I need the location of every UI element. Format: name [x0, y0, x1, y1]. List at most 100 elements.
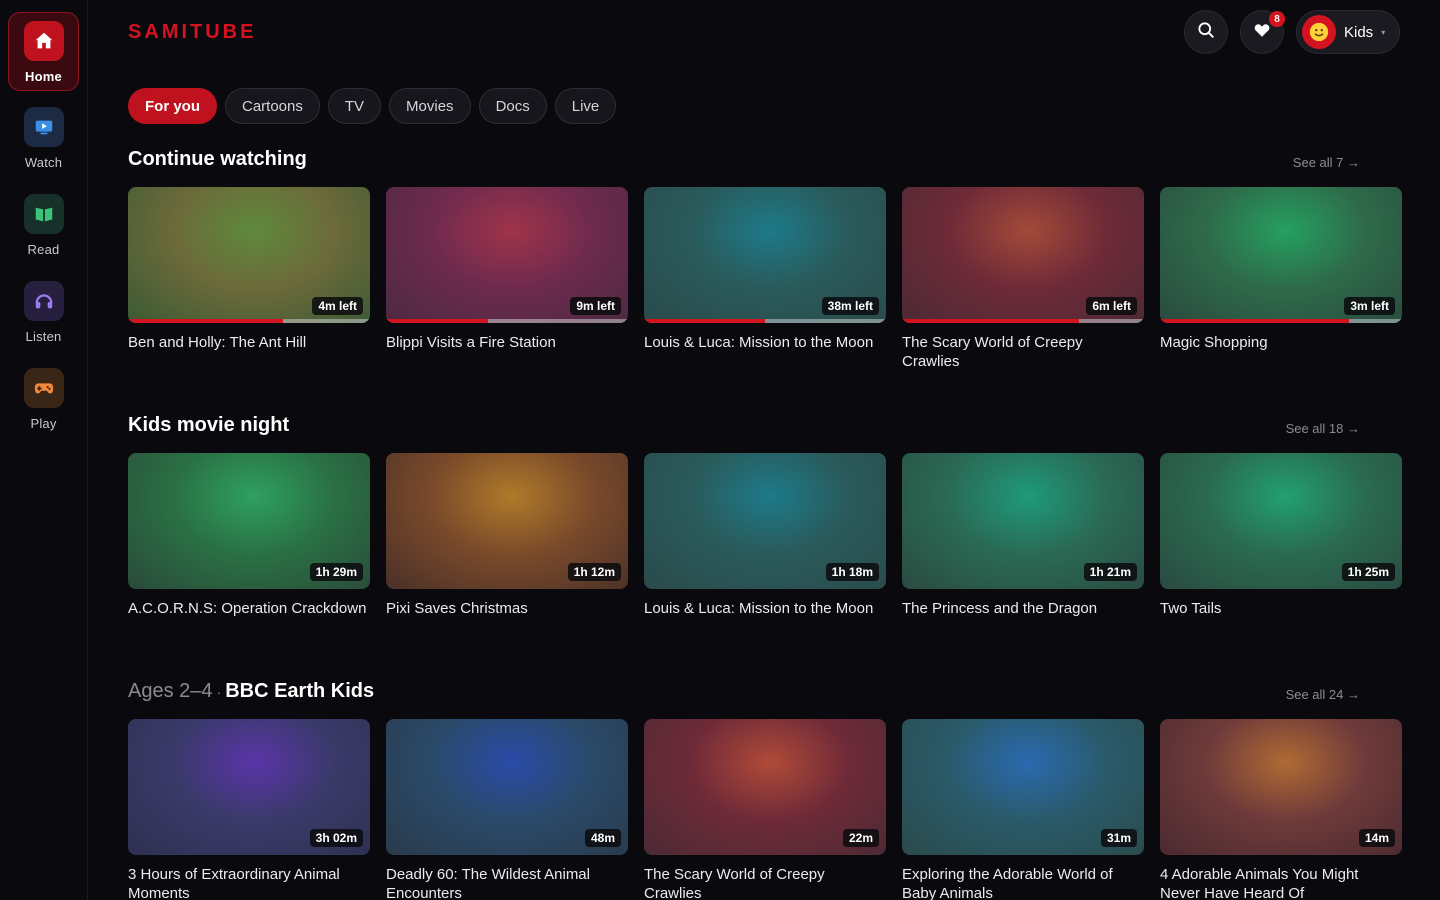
video-title: Two Tails: [1160, 600, 1222, 617]
video-thumbnail: 9m left: [386, 187, 628, 323]
duration-badge: 1h 29m: [309, 563, 363, 581]
video-card[interactable]: 1h 18m Louis & Luca: Mission to the Moon: [644, 453, 886, 618]
search-button[interactable]: [1184, 10, 1228, 54]
progress-fill: [386, 319, 488, 323]
gamepad-icon: [23, 368, 64, 408]
see-all-link[interactable]: See all 7 →: [1293, 155, 1360, 170]
video-thumbnail: 3m left: [1160, 187, 1402, 323]
avatar: [1302, 15, 1336, 49]
video-card[interactable]: 6m left The Scary World of Creepy Crawli…: [902, 187, 1144, 371]
book-icon: [23, 194, 64, 234]
sidebar-item-read[interactable]: Read: [8, 186, 79, 265]
video-title: Exploring the Adorable World of Baby Ani…: [902, 866, 1113, 900]
video-card[interactable]: 1h 21m The Princess and the Dragon: [902, 453, 1144, 618]
video-thumbnail: 6m left: [902, 187, 1144, 323]
sidebar-item-label: Listen: [25, 329, 62, 344]
video-card[interactable]: 22m The Scary World of Creepy Crawlies: [644, 719, 886, 900]
progress-fill: [1160, 319, 1349, 323]
section-age-label: Ages 2–4: [128, 680, 213, 702]
kids-movie-night-row: 1h 29m A.C.O.R.N.S: Operation Crackdown …: [128, 453, 1402, 618]
separator-dot: ·: [216, 684, 222, 700]
video-card[interactable]: 1h 12m Pixi Saves Christmas: [386, 453, 628, 618]
progress-bar: [1160, 319, 1402, 323]
headphones-icon: [23, 281, 64, 321]
see-all-link[interactable]: See all 18 →: [1286, 421, 1360, 436]
section-title-kids-movie-night: Kids movie night: [128, 414, 290, 436]
tv-play-icon: [23, 107, 64, 147]
app-logo[interactable]: SAMITUBE: [128, 21, 256, 44]
video-card[interactable]: 1h 25m Two Tails: [1160, 453, 1402, 618]
video-title: 4 Adorable Animals You Might Never Have …: [1160, 866, 1359, 900]
duration-badge: 22m: [842, 829, 879, 847]
section-title-text: BBC Earth Kids: [225, 680, 375, 702]
video-card[interactable]: 14m 4 Adorable Animals You Might Never H…: [1160, 719, 1402, 900]
video-thumbnail: 1h 18m: [644, 453, 886, 589]
sidebar-item-label: Home: [25, 69, 62, 84]
duration-badge: 14m: [1358, 829, 1395, 847]
continue-watching-row: 4m left Ben and Holly: The Ant Hill 9m l…: [128, 187, 1402, 371]
duration-badge: 1h 12m: [567, 563, 621, 581]
sidebar-item-watch[interactable]: Watch: [8, 99, 79, 178]
time-left-badge: 6m left: [1086, 297, 1137, 315]
video-card[interactable]: 3h 02m 3 Hours of Extraordinary Animal M…: [128, 719, 370, 900]
see-all-link[interactable]: See all 24 →: [1286, 687, 1360, 702]
sidebar-item-play[interactable]: Play: [8, 360, 79, 439]
notification-badge: 8: [1269, 11, 1285, 27]
duration-badge: 1h 21m: [1083, 563, 1137, 581]
tab-cartoons[interactable]: Cartoons: [225, 88, 320, 124]
video-thumbnail: 31m: [902, 719, 1144, 855]
tab-movies[interactable]: Movies: [389, 88, 471, 124]
video-title: Pixi Saves Christmas: [386, 600, 528, 617]
home-icon: [23, 21, 64, 61]
sidebar: Home Watch Read Listen Play: [0, 0, 88, 900]
profile-switcher[interactable]: Kids ▾: [1296, 10, 1400, 54]
video-title: Louis & Luca: Mission to the Moon: [644, 600, 874, 617]
progress-bar: [902, 319, 1144, 323]
duration-badge: 48m: [584, 829, 621, 847]
video-card[interactable]: 3m left Magic Shopping: [1160, 187, 1402, 371]
progress-bar: [386, 319, 628, 323]
tab-tv[interactable]: TV: [327, 88, 382, 124]
progress-fill: [644, 319, 765, 323]
video-thumbnail: 1h 25m: [1160, 453, 1402, 589]
heart-icon: [1253, 21, 1271, 44]
video-card[interactable]: 31m Exploring the Adorable World of Baby…: [902, 719, 1144, 900]
chevron-down-icon: ▾: [1381, 27, 1386, 37]
sidebar-item-label: Read: [27, 242, 60, 257]
video-title: The Princess and the Dragon: [902, 600, 1098, 617]
tab-docs[interactable]: Docs: [478, 88, 547, 124]
video-title: Ben and Holly: The Ant Hill: [128, 334, 307, 351]
tab-for-you[interactable]: For you: [128, 88, 217, 124]
video-card[interactable]: 1h 29m A.C.O.R.N.S: Operation Crackdown: [128, 453, 370, 618]
video-title: Louis & Luca: Mission to the Moon: [644, 334, 874, 351]
video-card[interactable]: 38m left Louis & Luca: Mission to the Mo…: [644, 187, 886, 371]
search-icon: [1196, 20, 1216, 45]
sidebar-item-listen[interactable]: Listen: [8, 273, 79, 352]
bbc-earth-kids-row: 3h 02m 3 Hours of Extraordinary Animal M…: [128, 719, 1402, 900]
profile-name: Kids: [1344, 23, 1374, 41]
video-card[interactable]: 4m left Ben and Holly: The Ant Hill: [128, 187, 370, 371]
video-thumbnail: 38m left: [644, 187, 886, 323]
favorites-button[interactable]: 8: [1240, 10, 1285, 54]
video-thumbnail: 22m: [644, 719, 886, 855]
duration-badge: 31m: [1100, 829, 1137, 847]
video-thumbnail: 3h 02m: [128, 719, 370, 855]
video-card[interactable]: 9m left Blippi Visits a Fire Station: [386, 187, 628, 371]
section-title-bbc-earth-kids: Ages 2–4 · BBC Earth Kids: [128, 680, 374, 703]
progress-bar: [128, 319, 370, 323]
video-title: Magic Shopping: [1160, 334, 1268, 351]
video-title: The Scary World of Creepy Crawlies: [644, 866, 825, 900]
sidebar-item-home[interactable]: Home: [8, 12, 79, 91]
time-left-badge: 4m left: [312, 297, 363, 315]
video-title: Blippi Visits a Fire Station: [386, 334, 556, 351]
progress-fill: [128, 319, 283, 323]
time-left-badge: 3m left: [1344, 297, 1395, 315]
section-title-continue-watching: Continue watching: [128, 148, 307, 170]
progress-bar: [644, 319, 886, 323]
category-tabs: For you Cartoons TV Movies Docs Live: [128, 88, 617, 124]
tab-live[interactable]: Live: [554, 88, 617, 124]
video-card[interactable]: 48m Deadly 60: The Wildest Animal Encoun…: [386, 719, 628, 900]
video-thumbnail: 1h 21m: [902, 453, 1144, 589]
time-left-badge: 38m left: [821, 297, 879, 315]
time-left-badge: 9m left: [570, 297, 621, 315]
